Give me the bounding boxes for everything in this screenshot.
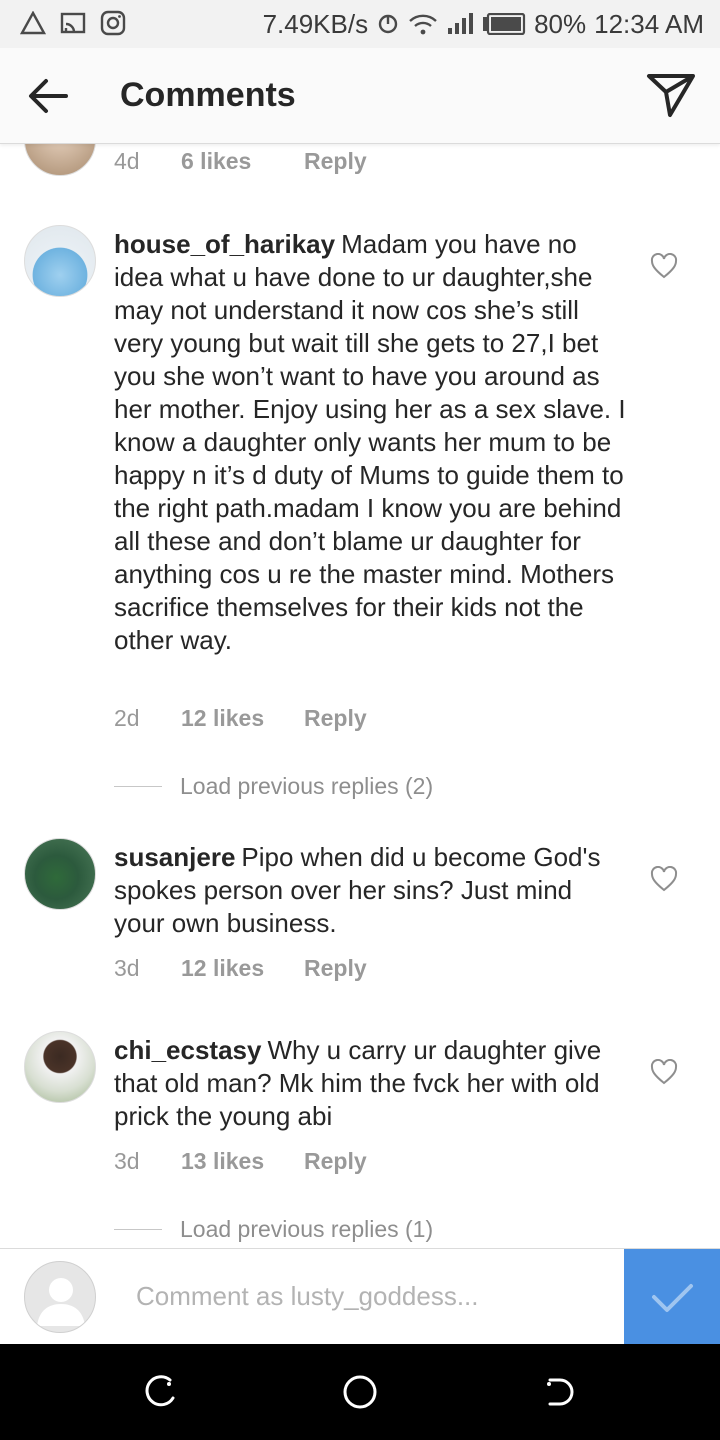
comment-body: chi_ecstasy Why u carry ur daughter give … — [114, 1034, 628, 1133]
comment-username[interactable]: house_of_harikay — [114, 229, 335, 259]
warning-icon — [20, 11, 46, 35]
comment-likes[interactable]: 6 likes — [181, 148, 304, 175]
post-button[interactable] — [624, 1249, 720, 1345]
sync-icon — [378, 14, 398, 34]
status-icons-right: 7.49KB/s 80% 12:34 AM — [263, 8, 704, 40]
comment-body: susanjere Pipo when did u become God's sp… — [114, 841, 628, 940]
reply-button[interactable]: Reply — [304, 705, 367, 732]
comment-likes[interactable]: 12 likes — [181, 705, 304, 732]
comment-meta: 2d 12 likes Reply — [114, 705, 367, 732]
reply-button[interactable]: Reply — [304, 1148, 367, 1175]
reply-button[interactable]: Reply — [304, 148, 367, 175]
network-speed: 7.49KB/s — [262, 9, 369, 39]
comment-input[interactable] — [136, 1273, 606, 1319]
status-bar: 7.49KB/s 80% 12:34 AM — [0, 0, 720, 48]
avatar[interactable] — [24, 838, 96, 910]
comments-list[interactable]: 4d 6 likes Reply house_of_harikay Madam y… — [0, 144, 720, 1248]
heart-icon[interactable] — [650, 1059, 678, 1085]
avatar — [24, 1261, 96, 1333]
page-title: Comments — [120, 76, 296, 114]
heart-icon[interactable] — [650, 866, 678, 892]
reply-button[interactable]: Reply — [304, 955, 367, 982]
back-icon[interactable] — [540, 1372, 580, 1412]
comment-composer — [0, 1248, 720, 1345]
comment-text: Madam you have no idea what u have done … — [114, 229, 626, 655]
comment-meta: 4d 6 likes Reply — [114, 148, 367, 175]
battery-level: 80% — [534, 9, 587, 39]
load-previous-replies[interactable]: Load previous replies (1) — [114, 1216, 433, 1243]
comment-likes[interactable]: 13 likes — [181, 1148, 304, 1175]
recent-apps-icon[interactable] — [140, 1372, 180, 1412]
comment-time: 3d — [114, 955, 140, 981]
heart-icon[interactable] — [650, 253, 678, 279]
comment-likes[interactable]: 12 likes — [181, 955, 304, 982]
comment-time: 3d — [114, 1148, 140, 1174]
divider — [114, 1229, 162, 1230]
comment-username[interactable]: chi_ecstasy — [114, 1035, 261, 1065]
share-icon[interactable] — [646, 72, 696, 118]
wifi-icon — [409, 14, 437, 35]
home-icon[interactable] — [340, 1372, 380, 1412]
load-previous-replies[interactable]: Load previous replies (2) — [114, 773, 433, 800]
comment-time: 2d — [114, 705, 140, 731]
cast-icon — [60, 12, 86, 34]
avatar[interactable] — [24, 225, 96, 297]
divider — [114, 786, 162, 787]
comment-meta: 3d 13 likes Reply — [114, 1148, 367, 1175]
avatar[interactable] — [24, 144, 96, 176]
comment-meta: 3d 12 likes Reply — [114, 955, 367, 982]
status-icons-left — [20, 10, 126, 36]
comment-time: 4d — [114, 148, 140, 174]
default-avatar-icon — [37, 1278, 85, 1326]
comment-body: house_of_harikay Madam you have no idea w… — [114, 228, 628, 657]
clock: 12:34 AM — [594, 9, 704, 39]
system-nav-bar — [0, 1344, 720, 1440]
signal-icon — [448, 13, 474, 34]
app-header: Comments — [0, 48, 720, 144]
check-icon — [652, 1284, 693, 1312]
load-previous-label[interactable]: Load previous replies (1) — [180, 1216, 433, 1243]
load-previous-label[interactable]: Load previous replies (2) — [180, 773, 433, 800]
instagram-icon — [100, 10, 126, 36]
battery-icon — [483, 13, 526, 35]
avatar[interactable] — [24, 1031, 96, 1103]
back-arrow-icon[interactable] — [26, 76, 70, 116]
comment-username[interactable]: susanjere — [114, 842, 235, 872]
